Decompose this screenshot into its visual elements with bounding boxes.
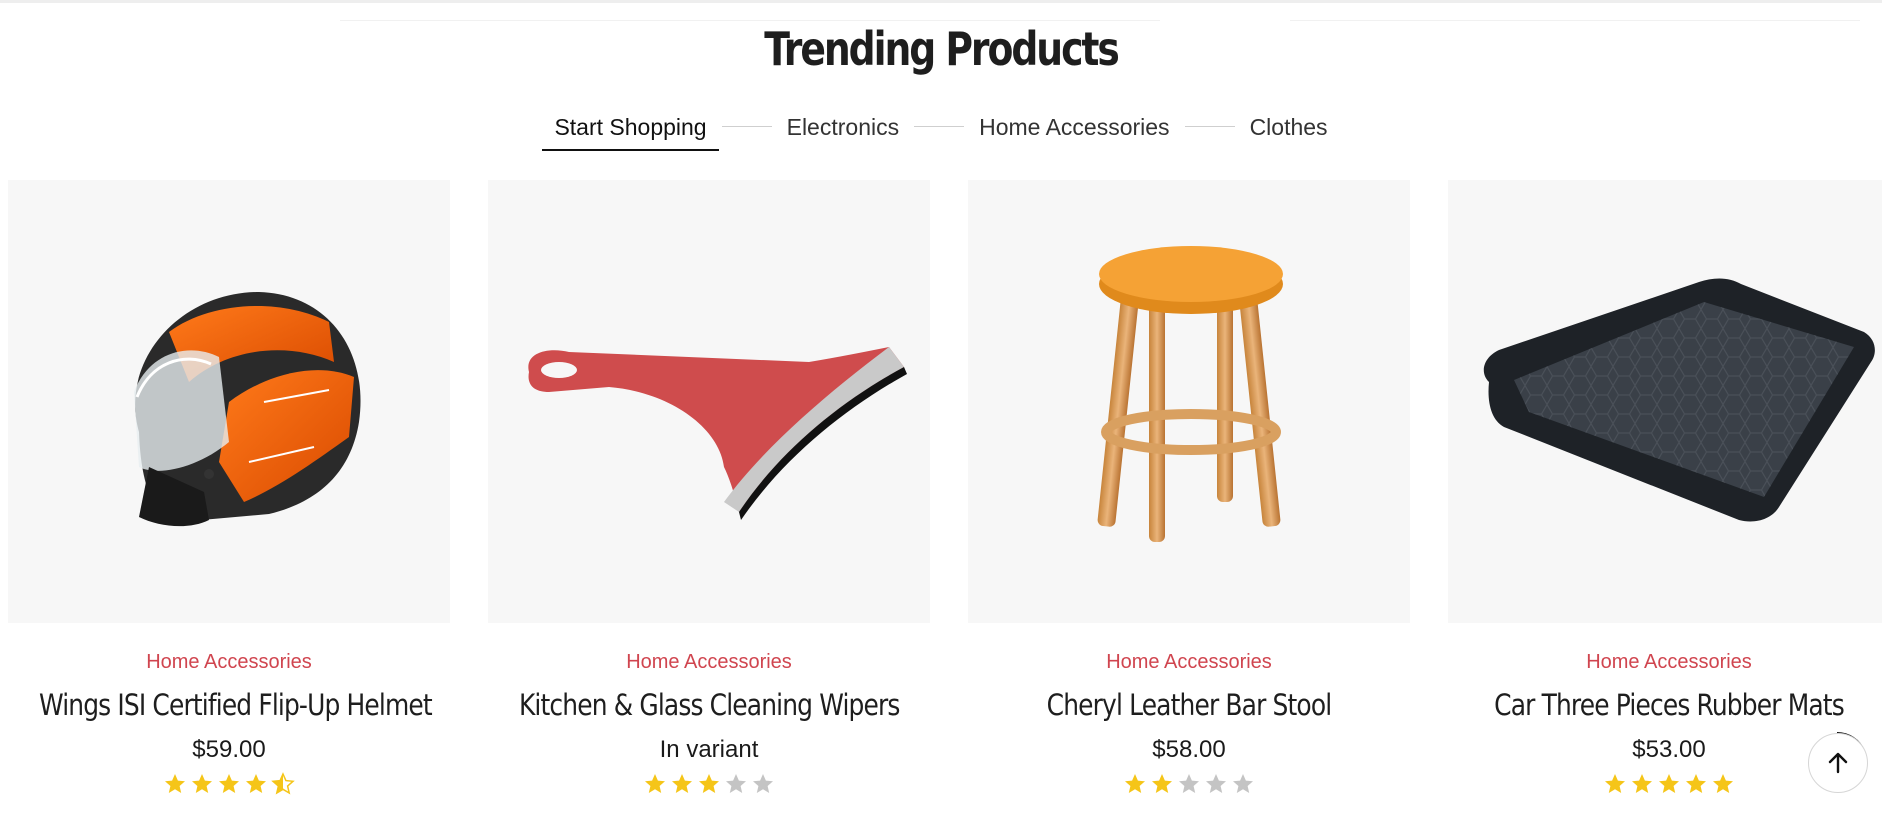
- product-name[interactable]: Car Three Pieces Rubber Mats: [1479, 688, 1859, 722]
- tab-electronics[interactable]: Electronics: [775, 110, 911, 151]
- tab-clothes[interactable]: Clothes: [1238, 110, 1340, 151]
- top-divider: [0, 0, 1882, 3]
- product-image-wiper[interactable]: [488, 180, 930, 623]
- star-filled-icon: [1632, 774, 1652, 793]
- mat-image: [1483, 277, 1875, 521]
- product-category[interactable]: Home Accessories: [488, 651, 930, 674]
- product-name[interactable]: Kitchen & Glass Cleaning Wipers: [519, 688, 900, 722]
- star-half-icon: [271, 772, 295, 795]
- star-rating: [8, 772, 450, 796]
- product-image-stool[interactable]: [968, 180, 1410, 623]
- wiper-image: [528, 346, 907, 520]
- star-rating: [968, 772, 1410, 796]
- scroll-to-top-button[interactable]: [1808, 733, 1868, 793]
- star-filled-icon: [699, 774, 719, 793]
- tab-separator: [721, 126, 772, 127]
- category-tabs: Start Shopping Electronics Home Accessor…: [0, 110, 1882, 151]
- product-name[interactable]: Wings ISI Certified Flip-Up Helmet: [39, 688, 433, 722]
- tab-separator: [914, 126, 965, 127]
- star-rating: [488, 772, 930, 796]
- star-filled-icon: [1713, 774, 1733, 793]
- star-filled-icon: [1152, 774, 1172, 793]
- star-filled-icon: [1605, 774, 1625, 793]
- star-filled-icon: [645, 774, 665, 793]
- product-card[interactable]: Home Accessories Kitchen & Glass Cleanin…: [488, 180, 930, 817]
- star-filled-icon: [246, 774, 266, 793]
- star-filled-icon: [219, 774, 239, 793]
- product-card[interactable]: Home Accessories Wings ISI Certified Fli…: [8, 180, 450, 817]
- product-category[interactable]: Home Accessories: [968, 651, 1410, 674]
- product-image-helmet[interactable]: [8, 180, 450, 623]
- tab-separator: [1184, 126, 1235, 127]
- stool-image: [1097, 245, 1283, 542]
- product-price: In variant: [659, 736, 759, 763]
- top-divider-line: [340, 20, 1160, 21]
- star-filled-icon: [1659, 774, 1679, 793]
- product-name[interactable]: Cheryl Leather Bar Stool: [999, 688, 1379, 722]
- star-empty-icon: [753, 774, 773, 793]
- product-card[interactable]: Home Accessories Car Three Pieces Rubber…: [1448, 180, 1882, 817]
- section-title: Trending Products: [764, 22, 1120, 76]
- top-divider-line: [1290, 20, 1860, 21]
- tab-start-shopping[interactable]: Start Shopping: [542, 110, 719, 151]
- star-empty-icon: [1206, 774, 1226, 793]
- product-category[interactable]: Home Accessories: [8, 651, 450, 674]
- product-category[interactable]: Home Accessories: [1448, 651, 1882, 674]
- star-filled-icon: [672, 774, 692, 793]
- star-filled-icon: [165, 774, 185, 793]
- star-filled-icon: [1686, 774, 1706, 793]
- product-price: $59.00: [192, 736, 266, 763]
- product-card[interactable]: Home Accessories Cheryl Leather Bar Stoo…: [968, 180, 1410, 817]
- product-image-mat[interactable]: [1448, 180, 1882, 623]
- helmet-image: [134, 291, 361, 526]
- star-filled-icon: [192, 774, 212, 793]
- star-filled-icon: [1125, 774, 1145, 793]
- arrow-up-icon: [1828, 752, 1848, 774]
- star-empty-icon: [726, 774, 746, 793]
- product-price: $58.00: [1152, 736, 1226, 763]
- star-empty-icon: [1233, 774, 1253, 793]
- tab-home-accessories[interactable]: Home Accessories: [967, 110, 1181, 151]
- star-empty-icon: [1179, 774, 1199, 793]
